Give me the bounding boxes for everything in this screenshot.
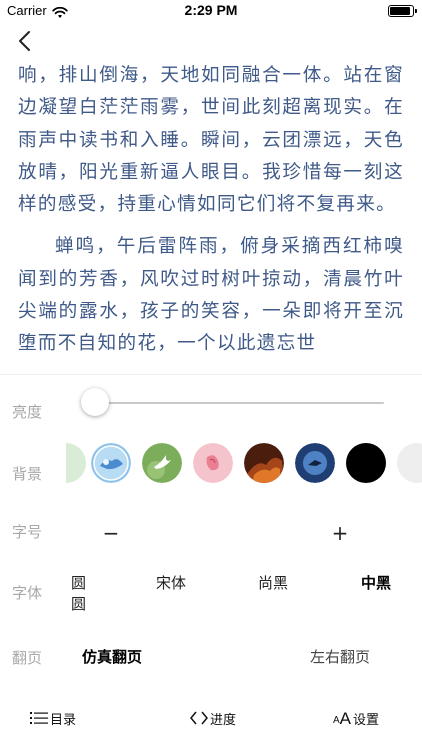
font-size-icon: AA bbox=[333, 710, 351, 727]
progress-button[interactable]: 进度 bbox=[190, 705, 236, 731]
catalog-button[interactable]: 目录 bbox=[30, 705, 76, 731]
status-bar: Carrier 2:29 PM bbox=[0, 0, 422, 22]
brightness-slider-thumb[interactable] bbox=[81, 388, 109, 416]
list-icon bbox=[30, 711, 48, 725]
font-size-label: 字号 bbox=[12, 523, 43, 541]
reading-content[interactable]: 响，排山倒海，天地如同融合一体。站在窗边凝望白茫茫雨雾，世间此刻超离现实。在雨声… bbox=[0, 56, 422, 374]
background-swatch-dark-fire[interactable] bbox=[244, 443, 284, 483]
bottom-toolbar: 目录 进度 AA 设置 bbox=[0, 705, 422, 735]
brightness-label: 亮度 bbox=[12, 403, 43, 421]
settings-label: 设置 bbox=[353, 712, 380, 728]
background-swatch-blue-sky[interactable] bbox=[91, 443, 131, 483]
decrease-font-size-button[interactable]: − bbox=[96, 523, 126, 543]
background-swatch-blue-night[interactable] bbox=[295, 443, 335, 483]
background-swatch-green-bird[interactable] bbox=[142, 443, 182, 483]
reading-settings-panel: 亮度 背景 字号 − + 字体 圆圆 宋体 尚黑 中黑 翻页 仿真翻页 左右翻页… bbox=[0, 374, 422, 750]
progress-label: 进度 bbox=[210, 712, 237, 728]
content-paragraph: 蝉鸣，午后雷阵雨，俯身采摘西红柿嗅闻到的芳香，风吹过时树叶掠动，清晨竹叶尖端的露… bbox=[18, 236, 404, 355]
background-swatch-black[interactable] bbox=[346, 443, 386, 483]
font-size-icon-small: A bbox=[333, 714, 340, 726]
font-option-songti[interactable]: 宋体 bbox=[156, 572, 186, 593]
content-paragraph: 响，排山倒海，天地如同融合一体。站在窗边凝望白茫茫雨雾，世间此刻超离现实。在雨声… bbox=[18, 65, 404, 216]
font-size-icon-large: A bbox=[339, 708, 352, 728]
clock: 2:29 PM bbox=[184, 2, 238, 18]
background-swatch-pink-flower[interactable] bbox=[193, 443, 233, 483]
chevron-left-icon bbox=[19, 31, 30, 51]
page-turn-option-horizontal[interactable]: 左右翻页 bbox=[310, 646, 370, 667]
font-label: 字体 bbox=[12, 584, 43, 602]
increase-font-size-button[interactable]: + bbox=[325, 523, 355, 543]
catalog-label: 目录 bbox=[50, 712, 77, 728]
code-brackets-icon bbox=[190, 711, 208, 725]
page-turn-option-simulated[interactable]: 仿真翻页 bbox=[82, 646, 142, 667]
background-swatch-pale-green[interactable] bbox=[66, 443, 86, 483]
brightness-slider-track[interactable] bbox=[94, 402, 384, 404]
page-turn-label: 翻页 bbox=[12, 649, 43, 667]
font-option-yuanyuan[interactable]: 圆圆 bbox=[60, 572, 86, 614]
settings-button[interactable]: AA 设置 bbox=[333, 705, 379, 731]
background-label: 背景 bbox=[12, 465, 43, 483]
background-swatch-light-gray[interactable] bbox=[397, 443, 422, 483]
background-options bbox=[66, 443, 422, 483]
battery-icon bbox=[388, 5, 417, 17]
font-option-shanghei[interactable]: 尚黑 bbox=[258, 572, 288, 593]
back-button[interactable] bbox=[14, 28, 38, 54]
font-option-zhonghei[interactable]: 中黑 bbox=[361, 572, 391, 593]
